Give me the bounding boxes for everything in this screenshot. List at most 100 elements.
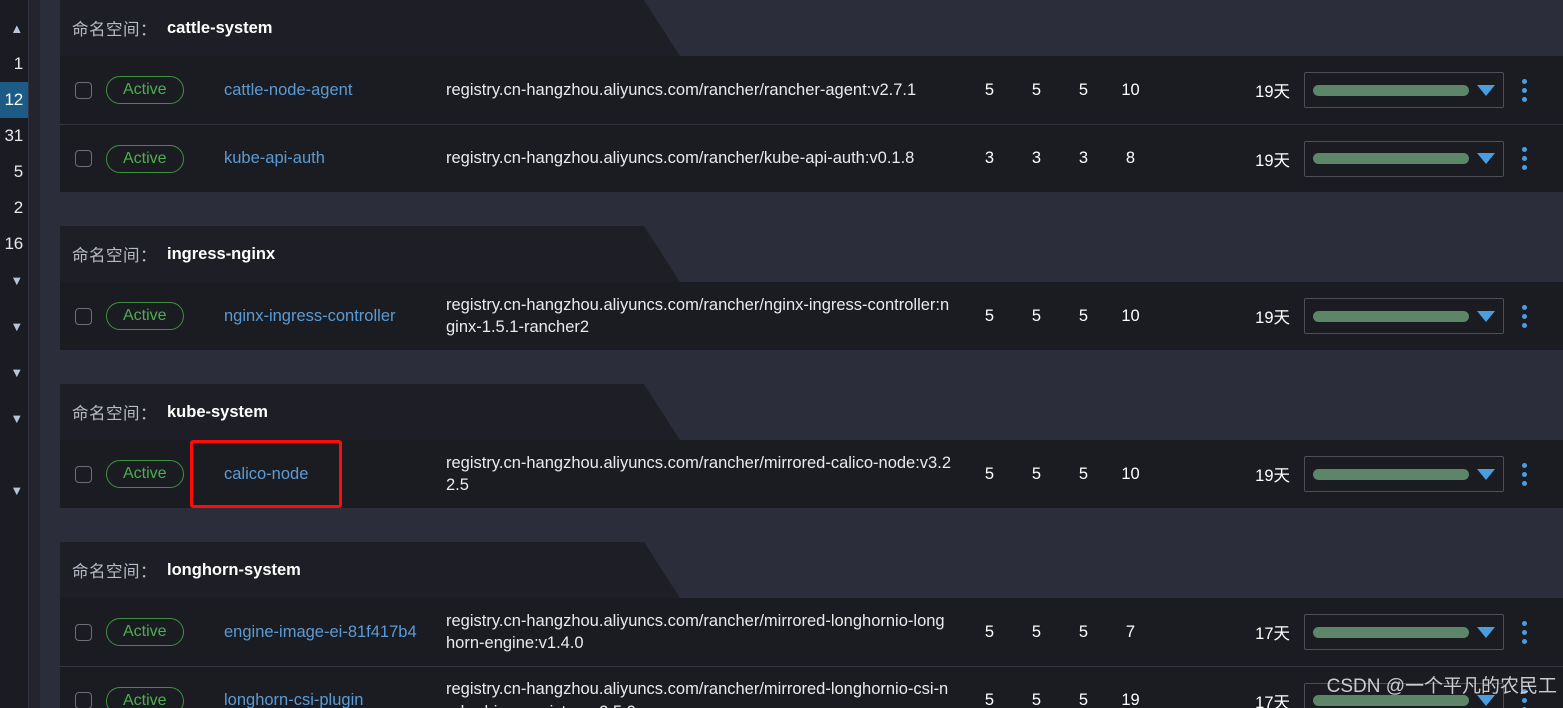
- row-actions-cell: [1504, 462, 1544, 486]
- row-select-checkbox[interactable]: [74, 307, 92, 325]
- row-count-2: 3: [1013, 149, 1060, 168]
- row-actions-menu[interactable]: [1521, 147, 1527, 170]
- row-state-cell: Active: [106, 144, 224, 173]
- count-value: 5: [1078, 464, 1089, 483]
- row-actions-menu[interactable]: [1521, 462, 1527, 486]
- sidebar-count-3[interactable]: 31: [0, 118, 28, 154]
- row-state-cell: Active: [106, 460, 224, 488]
- row-image-cell: registry.cn-hangzhou.aliyuncs.com/ranche…: [446, 452, 966, 497]
- row-state-cell: Active: [106, 686, 224, 708]
- table-row: Active engine-image-ei-81f417b4 registry.c…: [60, 598, 1563, 666]
- row-select-checkbox[interactable]: [74, 465, 92, 483]
- count-value: 5: [1078, 80, 1089, 99]
- namespace-group: 命名空间： longhorn-system Active engine-image-e…: [60, 542, 1563, 708]
- row-count-3: 5: [1060, 307, 1107, 326]
- row-select-checkbox[interactable]: [74, 692, 92, 708]
- workload-image-text: registry.cn-hangzhou.aliyuncs.com/ranche…: [446, 80, 917, 99]
- age-value: 19天: [1255, 309, 1290, 327]
- row-count-2: 5: [1013, 691, 1060, 708]
- availability-bar-fill: [1313, 468, 1469, 480]
- row-age-cell: 17天: [1154, 620, 1304, 644]
- row-count-1: 5: [966, 81, 1013, 100]
- row-name-cell: longhorn-csi-plugin: [224, 689, 446, 708]
- row-count-1: 5: [966, 307, 1013, 326]
- kebab-dot: [1521, 96, 1527, 102]
- table-row: Active calico-node registry.cn-hangzhou.al…: [60, 440, 1563, 508]
- sidebar-count-4[interactable]: 5: [0, 154, 28, 190]
- row-image-cell: registry.cn-hangzhou.aliyuncs.com/ranche…: [446, 147, 966, 169]
- availability-bar[interactable]: [1304, 298, 1504, 334]
- count-value: 8: [1125, 149, 1136, 167]
- workload-name-link[interactable]: calico-node: [224, 463, 308, 485]
- workload-name-link[interactable]: longhorn-csi-plugin: [224, 689, 363, 708]
- availability-bar[interactable]: [1304, 72, 1504, 108]
- sidebar-count-5[interactable]: 2: [0, 190, 28, 226]
- row-actions-menu[interactable]: [1521, 620, 1527, 644]
- sidebar-expander-1[interactable]: ▼: [0, 262, 28, 298]
- row-count-4: 10: [1107, 307, 1154, 326]
- sidebar-expander-4[interactable]: ▼: [0, 400, 28, 436]
- row-image-cell: registry.cn-hangzhou.aliyuncs.com/ranche…: [446, 678, 966, 708]
- chevron-down-icon[interactable]: [1477, 626, 1495, 638]
- workload-name-link[interactable]: engine-image-ei-81f417b4: [224, 621, 417, 643]
- chevron-down-icon[interactable]: [1477, 310, 1495, 322]
- row-actions-menu[interactable]: [1521, 689, 1527, 708]
- sidebar-count-label: 1: [13, 54, 23, 73]
- row-count-3: 5: [1060, 465, 1107, 484]
- chevron-down-icon[interactable]: [1477, 695, 1495, 706]
- row-count-1: 5: [966, 691, 1013, 708]
- availability-bar[interactable]: [1304, 140, 1504, 177]
- group-separator: [60, 192, 1563, 226]
- sidebar-expander-2[interactable]: ▼: [0, 308, 28, 344]
- kebab-dot: [1521, 87, 1527, 93]
- availability-bar[interactable]: [1304, 456, 1504, 492]
- chevron-down-icon[interactable]: [1477, 468, 1495, 480]
- count-value: 5: [1031, 306, 1042, 325]
- sidebar-count-2-active[interactable]: 12: [0, 82, 28, 118]
- age-value: 19天: [1255, 83, 1290, 101]
- count-value: 3: [984, 149, 995, 167]
- row-count-4: 8: [1107, 149, 1154, 168]
- sidebar-count-1[interactable]: 1: [0, 46, 28, 82]
- row-actions-menu[interactable]: [1521, 78, 1527, 102]
- sidebar-count-6[interactable]: 16: [0, 226, 28, 262]
- chevron-down-icon[interactable]: [1477, 153, 1495, 164]
- row-count-4: 10: [1107, 81, 1154, 100]
- sidebar-expander-3[interactable]: ▼: [0, 354, 28, 390]
- namespace-name: ingress-nginx: [167, 244, 276, 263]
- status-badge: Active: [106, 618, 184, 646]
- row-count-4: 10: [1107, 465, 1154, 484]
- row-select-checkbox[interactable]: [74, 150, 92, 167]
- count-value: 3: [1078, 149, 1089, 167]
- row-count-2: 5: [1013, 307, 1060, 326]
- row-actions-cell: [1504, 689, 1544, 708]
- namespace-prefix-label: 命名空间：: [72, 21, 157, 39]
- sidebar-expander-5[interactable]: ▼: [0, 472, 28, 508]
- namespace-header: 命名空间： cattle-system: [60, 0, 680, 56]
- row-state-cell: Active: [106, 76, 224, 104]
- workload-image-text: registry.cn-hangzhou.aliyuncs.com/ranche…: [446, 295, 950, 336]
- namespace-name: kube-system: [167, 402, 268, 421]
- workload-name-link[interactable]: cattle-node-agent: [224, 79, 352, 101]
- workload-image-text: registry.cn-hangzhou.aliyuncs.com/ranche…: [446, 453, 951, 494]
- row-availability-cell: [1304, 140, 1504, 177]
- table-row: Active longhorn-csi-plugin registry.cn-han…: [60, 666, 1563, 708]
- workload-name-link[interactable]: nginx-ingress-controller: [224, 305, 396, 327]
- row-availability-cell: [1304, 72, 1504, 108]
- row-select-checkbox[interactable]: [74, 81, 92, 99]
- row-state-cell: Active: [106, 618, 224, 646]
- row-actions-menu[interactable]: [1521, 304, 1527, 328]
- availability-bar[interactable]: [1304, 682, 1504, 708]
- namespace-name: longhorn-system: [167, 560, 301, 579]
- row-count-1: 5: [966, 623, 1013, 642]
- row-select-checkbox[interactable]: [74, 623, 92, 641]
- sidebar-rail: [28, 0, 40, 708]
- kebab-dot: [1521, 165, 1527, 170]
- sidebar-collapse-toggle[interactable]: ▲: [0, 10, 28, 46]
- chevron-down-icon[interactable]: [1477, 84, 1495, 96]
- availability-bar[interactable]: [1304, 614, 1504, 650]
- workload-name-link[interactable]: kube-api-auth: [224, 147, 325, 169]
- row-count-4: 7: [1107, 623, 1154, 642]
- workloads-page: ▲ 1 12 31 5 2 16 ▼ ▼ ▼ ▼ ▼ 命名空间： cattle-…: [0, 0, 1563, 708]
- kebab-dot: [1521, 313, 1527, 319]
